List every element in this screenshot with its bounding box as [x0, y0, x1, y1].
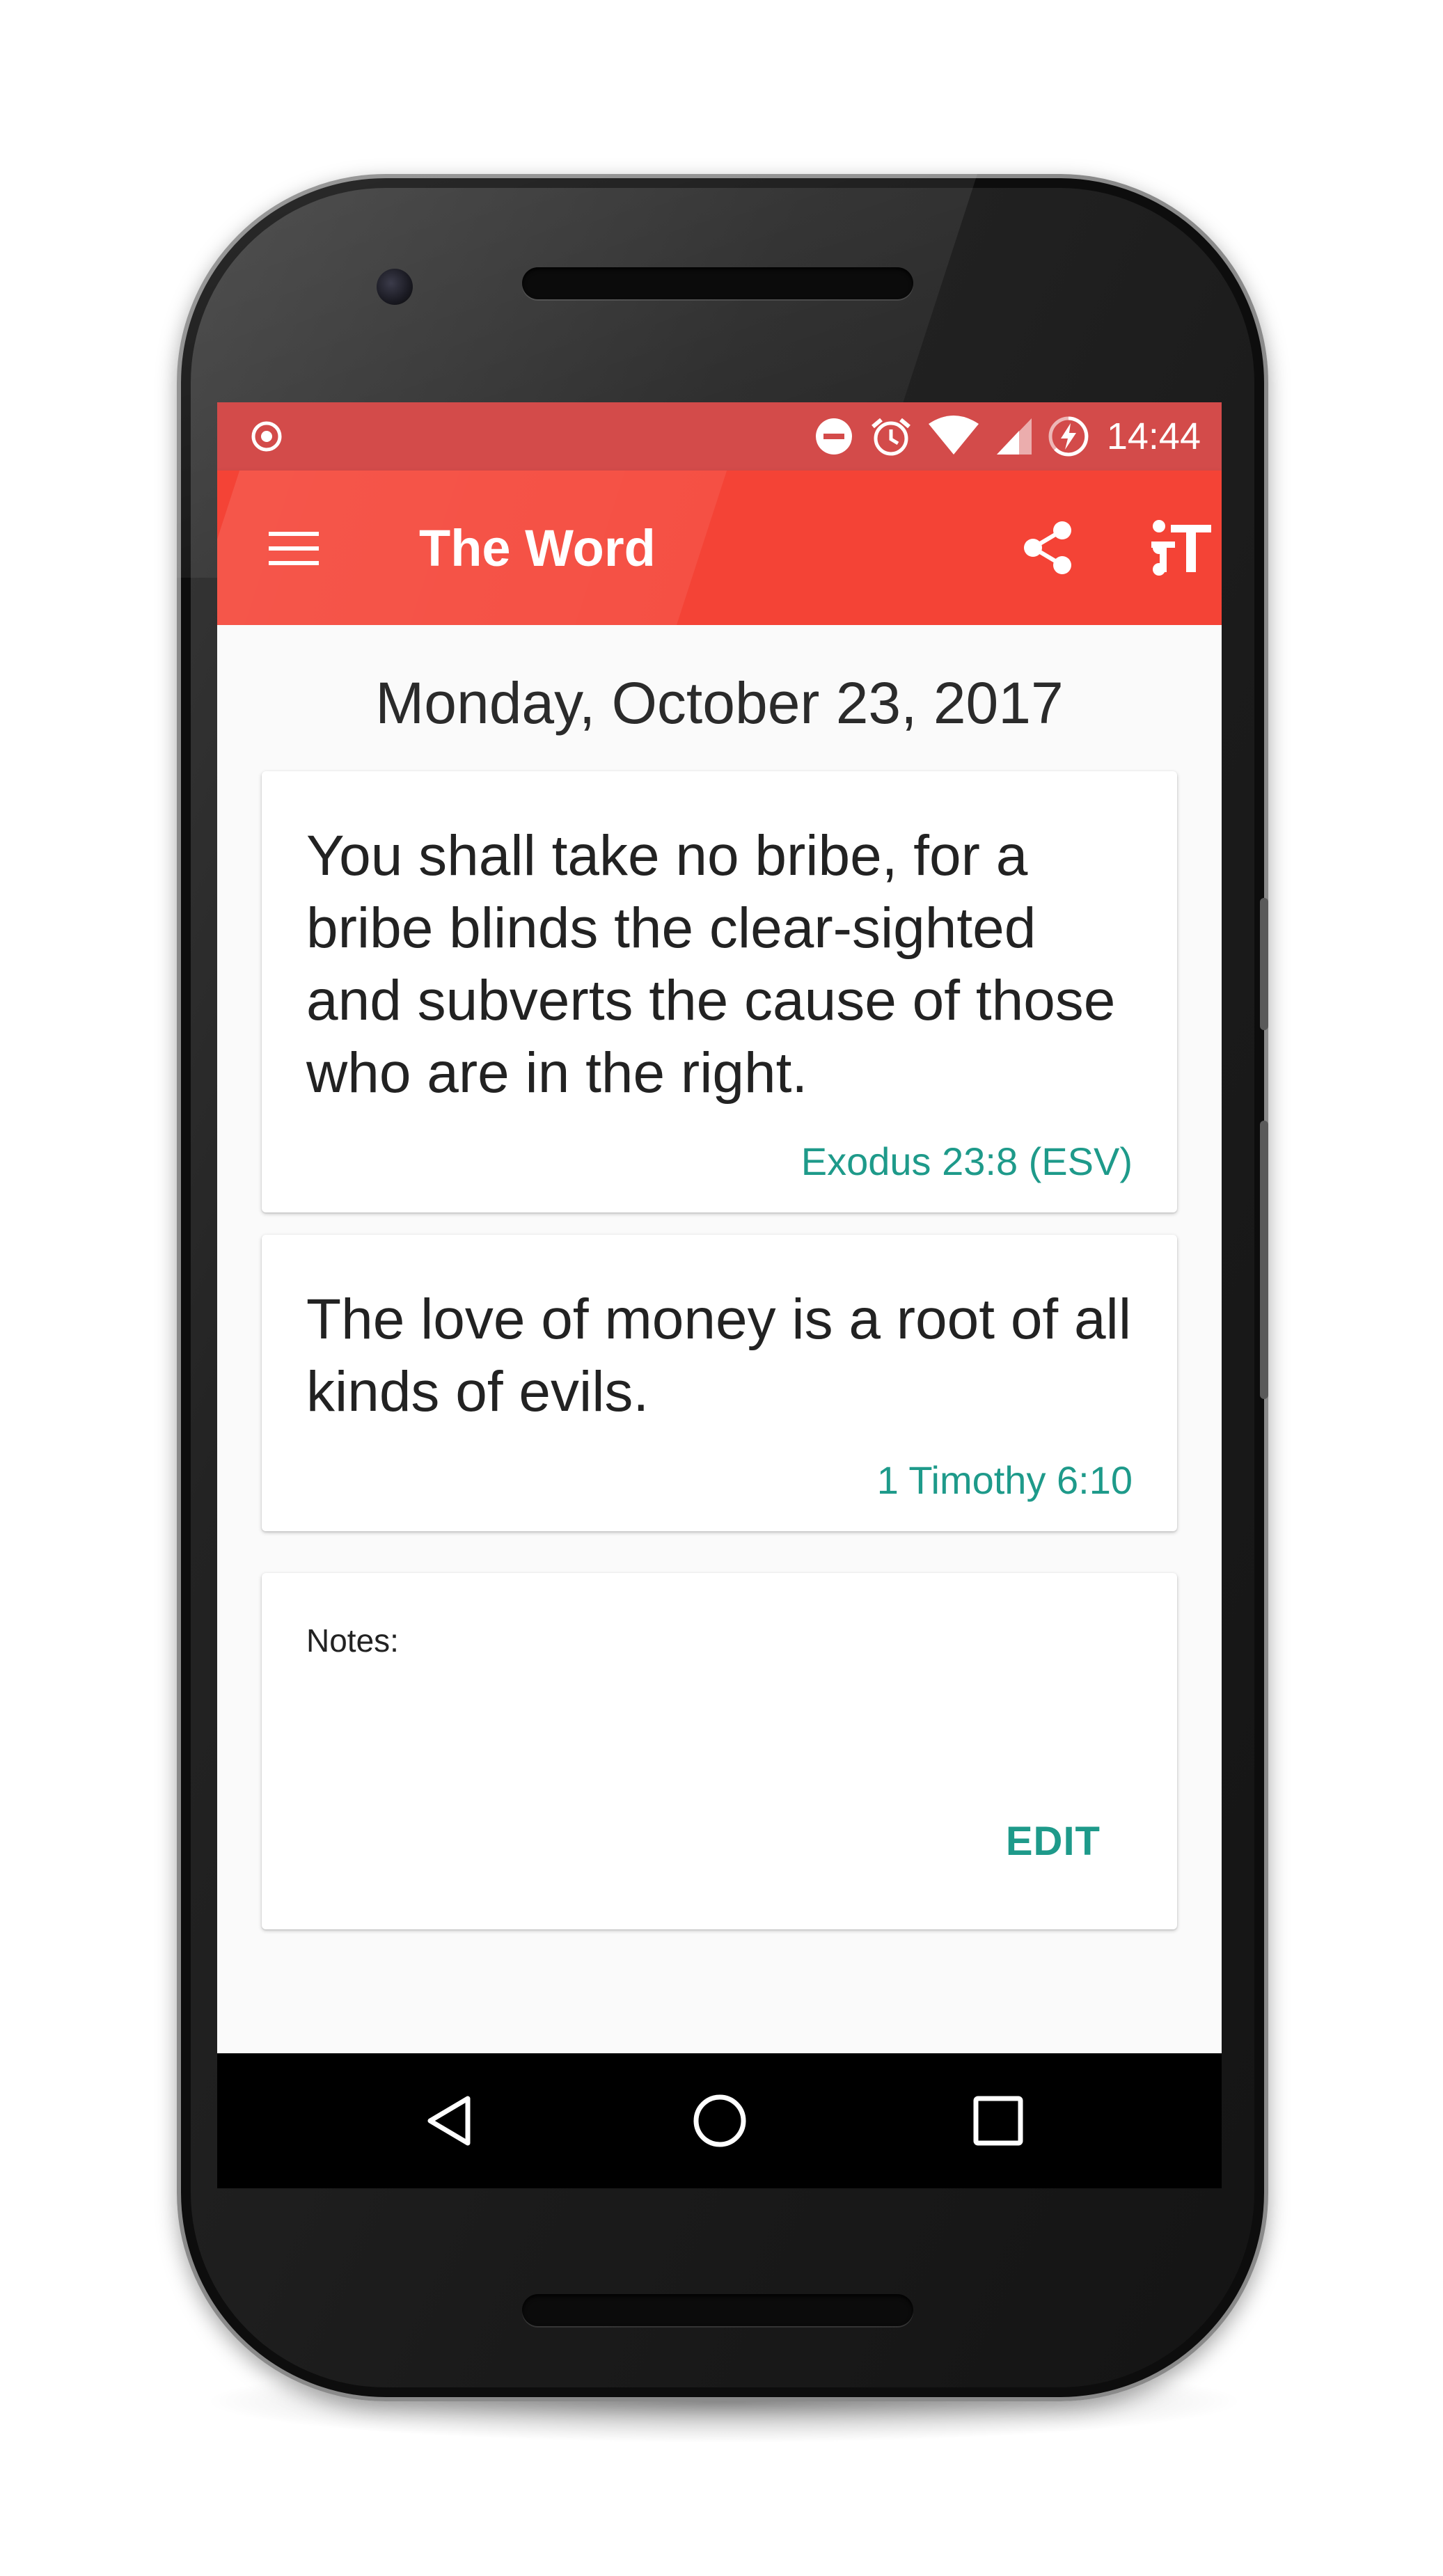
wifi-icon — [928, 416, 979, 455]
app-bar: The Word — [217, 471, 1222, 625]
battery-charging-icon — [1048, 416, 1089, 457]
status-bar: 14:44 — [217, 402, 1222, 471]
radio-target-icon — [251, 421, 282, 452]
notes-card: Notes: EDIT — [262, 1573, 1177, 1929]
alarm-icon — [871, 418, 910, 456]
front-camera — [377, 269, 413, 305]
share-icon[interactable] — [1016, 516, 1079, 579]
verse-card[interactable]: The love of money is a root of all kinds… — [262, 1235, 1177, 1531]
system-nav-bar — [217, 2053, 1222, 2188]
verse-reference[interactable]: 1 Timothy 6:10 — [877, 1457, 1133, 1503]
main-content: Monday, October 23, 2017 You shall take … — [217, 625, 1222, 2053]
home-icon[interactable] — [684, 2085, 756, 2157]
verse-text: The love of money is a root of all kinds… — [306, 1288, 1132, 1423]
cell-signal-icon — [996, 418, 1032, 455]
do-not-disturb-icon — [815, 418, 852, 455]
status-icons: 14:44 — [813, 413, 1201, 459]
app-title: The Word — [419, 519, 656, 577]
back-icon[interactable] — [412, 2085, 484, 2157]
verse-card[interactable]: You shall take no bribe, for a bribe bli… — [262, 771, 1177, 1212]
top-speaker — [522, 267, 913, 299]
bottom-speaker — [522, 2294, 913, 2326]
verse-reference[interactable]: Exodus 23:8 (ESV) — [801, 1139, 1133, 1184]
recents-icon[interactable] — [962, 2085, 1034, 2157]
status-time: 14:44 — [1106, 416, 1201, 457]
notes-label: Notes: — [306, 1622, 399, 1659]
menu-icon[interactable] — [266, 521, 322, 576]
more-vert-icon[interactable] — [1149, 516, 1169, 579]
volume-button — [1260, 898, 1268, 1030]
power-button — [1260, 1121, 1268, 1399]
edit-notes-button[interactable]: EDIT — [1006, 1818, 1101, 1865]
screen: 14:44 The Word Monday, October 23, 2017 — [217, 402, 1222, 2188]
date-heading: Monday, October 23, 2017 — [375, 670, 1064, 736]
verse-text: You shall take no bribe, for a bribe bli… — [306, 824, 1116, 1105]
